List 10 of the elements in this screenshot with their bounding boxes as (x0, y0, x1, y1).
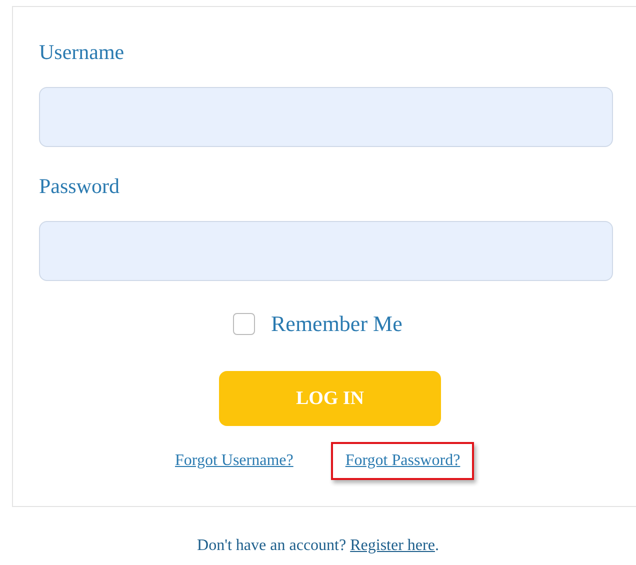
register-prompt: Don't have an account? Register here. (196, 537, 440, 555)
field-label: Password (39, 173, 120, 199)
link[interactable]: Forgot Password? (331, 442, 474, 480)
input-field[interactable] (39, 87, 613, 147)
field-label: Username (39, 39, 124, 65)
checkbox[interactable] (233, 313, 255, 335)
link[interactable]: Forgot Username? (161, 442, 308, 480)
checkbox-label: Remember Me (271, 311, 402, 337)
register-link[interactable]: Register here (350, 537, 435, 554)
input-field[interactable] (39, 221, 613, 281)
